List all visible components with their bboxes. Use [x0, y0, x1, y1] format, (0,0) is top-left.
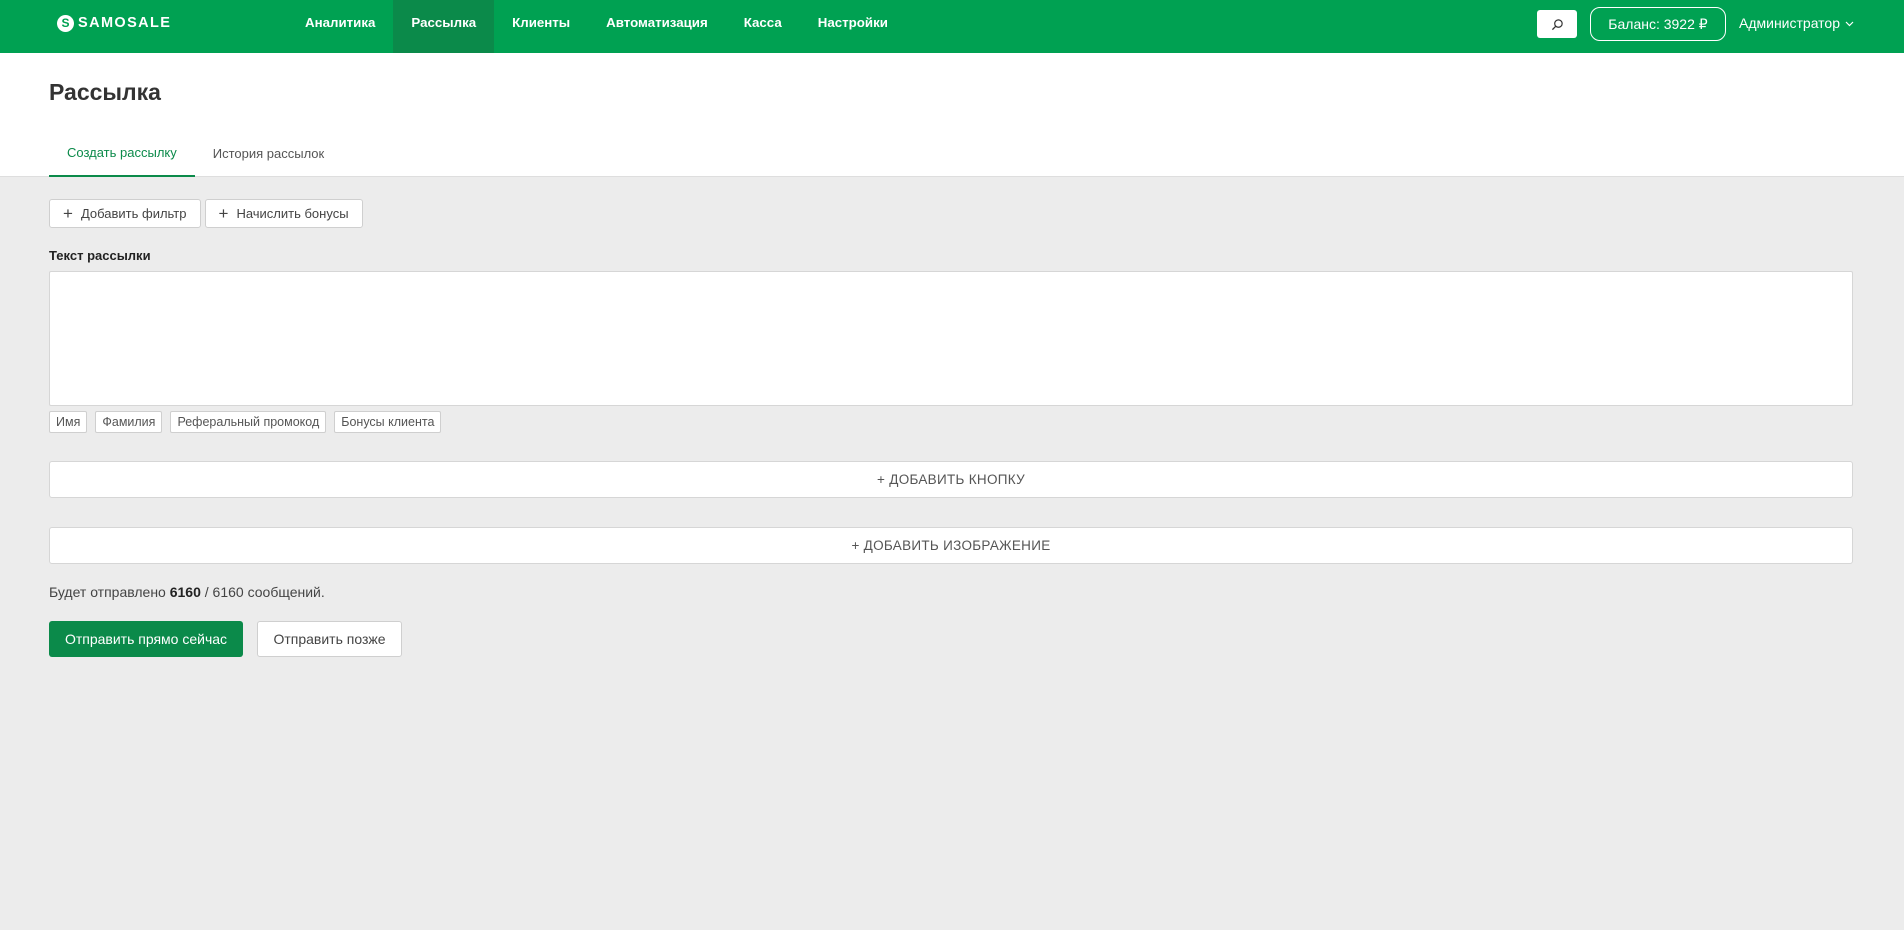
plus-icon: + — [63, 204, 73, 223]
page-header: Рассылка Создать рассылку История рассыл… — [0, 53, 1904, 177]
page-title: Рассылка — [49, 79, 161, 105]
variable-tag-last-name[interactable]: Фамилия — [95, 411, 163, 433]
send-summary: Будет отправлено 6160 / 6160 сообщений. — [49, 584, 325, 600]
nav-item-clients[interactable]: Клиенты — [494, 0, 588, 53]
add-image-button[interactable]: + ДОБАВИТЬ ИЗОБРАЖЕНИЕ — [49, 527, 1853, 564]
variable-tag-first-name[interactable]: Имя — [49, 411, 88, 433]
nav-item-settings[interactable]: Настройки — [800, 0, 906, 53]
send-now-button[interactable]: Отправить прямо сейчас — [49, 621, 243, 657]
balance-button[interactable]: Баланс: 3922 ₽ — [1590, 7, 1726, 41]
message-text-input[interactable] — [49, 271, 1853, 406]
search-button[interactable] — [1537, 10, 1577, 38]
nav-item-mailing[interactable]: Рассылка — [393, 0, 495, 53]
summary-suffix: / 6160 сообщений. — [204, 584, 325, 600]
summary-prefix: Будет отправлено — [49, 584, 166, 600]
logo-text: SAMOSALE — [78, 15, 172, 31]
chevron-down-icon — [1845, 21, 1854, 27]
top-navigation-bar: S SAMOSALE Аналитика Рассылка Клиенты Ав… — [0, 0, 1904, 53]
filter-actions: + Добавить фильтр + Начислить бонусы — [49, 199, 363, 228]
nav-item-analytics[interactable]: Аналитика — [287, 0, 393, 53]
variable-tag-client-bonuses[interactable]: Бонусы клиента — [334, 411, 442, 433]
main-nav: Аналитика Рассылка Клиенты Автоматизация… — [287, 0, 906, 53]
summary-count: 6160 — [169, 584, 201, 600]
tab-mailing-history[interactable]: История рассылок — [195, 135, 342, 177]
variable-tags: Имя Фамилия Реферальный промокод Бонусы … — [49, 411, 442, 433]
plus-icon: + — [218, 204, 229, 223]
add-button-button[interactable]: + ДОБАВИТЬ КНОПКУ — [49, 461, 1853, 498]
search-icon — [1551, 18, 1563, 30]
add-bonus-button[interactable]: + Начислить бонусы — [204, 199, 363, 228]
send-later-button[interactable]: Отправить позже — [257, 621, 402, 657]
tab-create-mailing[interactable]: Создать рассылку — [49, 135, 195, 177]
nav-item-cashdesk[interactable]: Касса — [726, 0, 800, 53]
add-filter-label: Добавить фильтр — [80, 206, 187, 221]
variable-tag-referral-code[interactable]: Реферальный промокод — [170, 411, 327, 433]
nav-item-automation[interactable]: Автоматизация — [588, 0, 726, 53]
logo[interactable]: S SAMOSALE — [57, 14, 171, 32]
message-text-label: Текст рассылки — [49, 248, 151, 263]
add-filter-button[interactable]: + Добавить фильтр — [49, 199, 201, 228]
logo-mark-icon: S — [57, 14, 74, 32]
user-name: Администратор — [1739, 15, 1841, 31]
tabs: Создать рассылку История рассылок — [49, 135, 342, 177]
add-bonus-label: Начислить бонусы — [236, 206, 349, 221]
user-menu[interactable]: Администратор — [1739, 15, 1854, 31]
